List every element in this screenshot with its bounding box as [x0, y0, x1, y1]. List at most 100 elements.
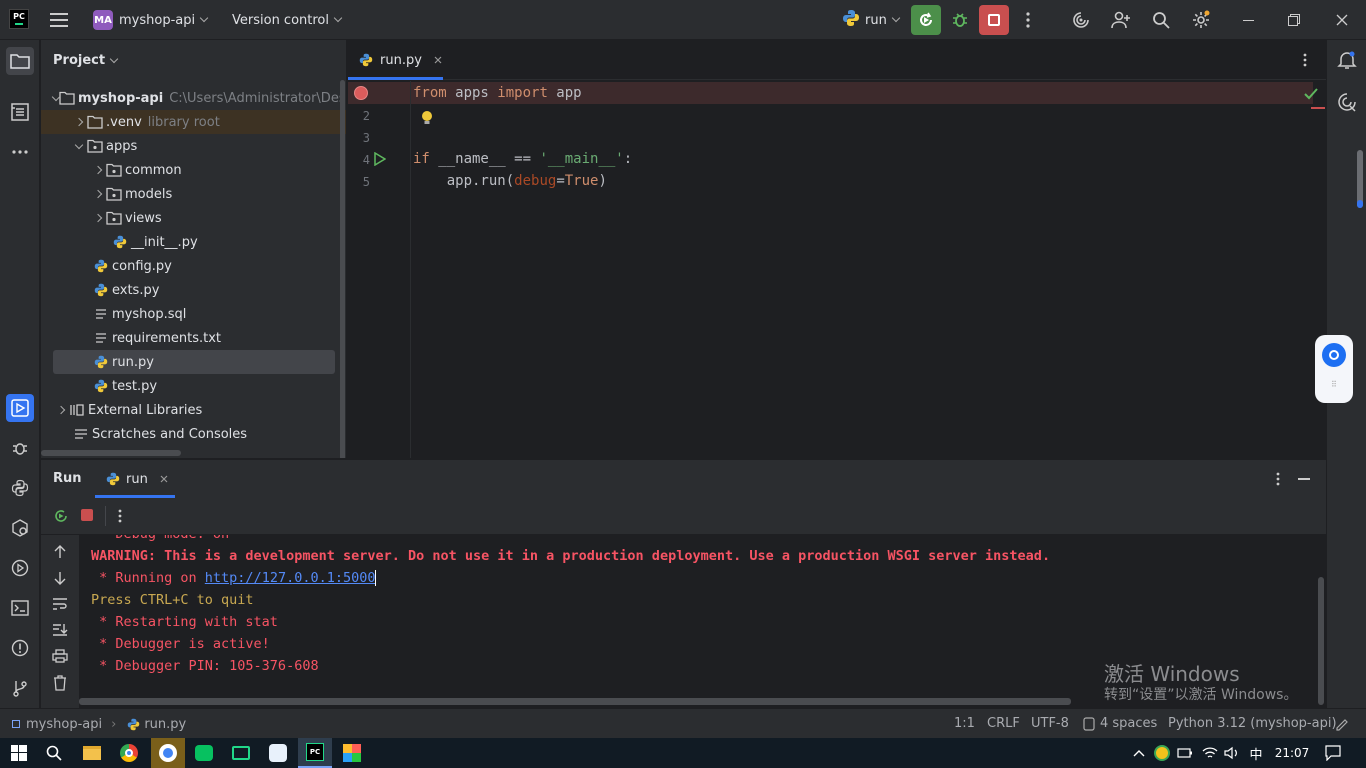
terminal-app-icon[interactable] [228, 741, 254, 765]
tree-item-apps[interactable]: apps [41, 134, 346, 158]
battery-icon[interactable] [1172, 741, 1198, 765]
run-config-selector[interactable]: run [842, 10, 901, 30]
console-vscrollbar[interactable] [1318, 577, 1324, 705]
drag-handle-icon[interactable]: ⠿ [1331, 380, 1337, 389]
rerun-icon[interactable] [53, 508, 69, 528]
taskbar-clock[interactable]: 21:07 [1272, 741, 1312, 765]
settings-gear-icon[interactable] [1190, 10, 1212, 30]
tree-item-root[interactable]: myshop-api C:\Users\Administrator\Deskto [41, 86, 346, 110]
file-explorer-icon[interactable] [79, 741, 105, 765]
debug-button[interactable] [948, 9, 972, 31]
search-icon[interactable] [1150, 10, 1172, 30]
file-encoding[interactable]: UTF-8 [1031, 716, 1069, 731]
project-badge[interactable]: MA [93, 10, 113, 30]
terminal-icon[interactable] [6, 594, 34, 622]
floating-assistant-widget[interactable]: ⠿ [1315, 335, 1353, 403]
rerun-button[interactable] [911, 5, 941, 35]
expand-arrow-icon[interactable] [53, 402, 69, 418]
breadcrumb-file[interactable]: run.py [144, 717, 186, 732]
line-separator[interactable]: CRLF [987, 716, 1020, 731]
close-tab-icon[interactable] [434, 56, 442, 64]
server-url-link[interactable]: http://127.0.0.1:5000 [205, 570, 376, 586]
run-services-icon[interactable] [6, 554, 34, 582]
run-tool-icon[interactable] [6, 394, 34, 422]
arrow-down-icon[interactable] [53, 571, 67, 589]
chrome-icon[interactable] [116, 741, 142, 765]
maximize-button[interactable] [1284, 10, 1304, 30]
more-icon[interactable] [118, 509, 122, 527]
breakpoint-icon[interactable] [354, 86, 368, 100]
pycharm-taskbar-icon[interactable]: PC [298, 738, 332, 768]
tree-item-init-py[interactable]: __init__.py [41, 230, 346, 254]
expand-arrow-icon[interactable] [71, 138, 87, 154]
lightbulb-icon[interactable] [420, 110, 434, 130]
pycharm-logo-icon[interactable]: PC [9, 9, 29, 29]
windows-start-icon[interactable] [6, 741, 32, 765]
tree-item-requirements-txt[interactable]: requirements.txt [41, 326, 346, 350]
hide-panel-icon[interactable] [1298, 478, 1310, 480]
vcs-menu[interactable]: Version control [232, 11, 343, 29]
tree-item-common[interactable]: common [41, 158, 346, 182]
expand-arrow-icon[interactable] [90, 162, 106, 178]
tree-item-test-py[interactable]: test.py [41, 374, 346, 398]
tree-item-venv[interactable]: .venv library root [41, 110, 346, 134]
run-gutter-icon[interactable] [374, 151, 387, 170]
notifications-bell-icon[interactable] [1337, 50, 1357, 74]
main-menu-icon[interactable] [49, 10, 69, 30]
chrome-active-icon[interactable] [151, 738, 185, 768]
expand-arrow-icon[interactable] [90, 186, 106, 202]
problems-icon[interactable] [6, 634, 34, 662]
close-tab-icon[interactable] [160, 475, 168, 483]
tree-item-models[interactable]: models [41, 182, 346, 206]
inspection-ok-icon[interactable] [1304, 88, 1318, 104]
code-line-4[interactable]: if __name__ == '__main__': [413, 148, 632, 170]
close-window-button[interactable] [1332, 10, 1352, 30]
error-stripe-mark[interactable] [1311, 107, 1325, 109]
indent-setting[interactable]: 4 spaces [1083, 716, 1157, 731]
game-app-icon[interactable] [265, 741, 291, 765]
tree-item-run-py[interactable]: run.py [53, 350, 335, 374]
editor-tab-run-py[interactable]: run.py [358, 40, 442, 80]
tree-item-external-libraries[interactable]: External Libraries [41, 398, 346, 422]
wechat-icon[interactable] [191, 741, 217, 765]
python-interpreter[interactable]: Python 3.12 (myshop-api) [1168, 716, 1337, 731]
ai-chat-icon[interactable] [1337, 92, 1357, 116]
tree-item-scratches[interactable]: Scratches and Consoles [41, 422, 346, 446]
scroll-to-end-icon[interactable] [52, 623, 68, 641]
volume-icon[interactable] [1219, 741, 1245, 765]
tree-item-config-py[interactable]: config.py [41, 254, 346, 278]
code-line-5[interactable]: app.run(debug=True) [413, 170, 607, 192]
clear-trash-icon[interactable] [53, 675, 67, 695]
debug-tool-icon[interactable] [6, 434, 34, 462]
print-icon[interactable] [52, 649, 68, 667]
services-icon[interactable] [6, 514, 34, 542]
code-line-1[interactable]: from apps import app [413, 82, 582, 104]
editor-options-icon[interactable] [1303, 53, 1307, 71]
more-tools-icon[interactable] [6, 138, 34, 166]
console-hscrollbar[interactable] [79, 698, 1071, 705]
tree-item-exts-py[interactable]: exts.py [41, 278, 346, 302]
run-tab[interactable]: run [95, 460, 175, 498]
project-scrollbar[interactable] [340, 80, 345, 458]
project-switcher[interactable]: myshop-api [119, 11, 209, 29]
tree-item-views[interactable]: views [41, 206, 346, 230]
arrow-up-icon[interactable] [53, 545, 67, 563]
project-panel-header[interactable]: Project [53, 53, 119, 68]
structure-icon[interactable] [6, 98, 34, 126]
stop-button[interactable] [979, 5, 1009, 35]
expand-arrow-icon[interactable] [71, 114, 87, 130]
minimize-button[interactable] [1238, 10, 1258, 30]
notification-center-icon[interactable] [1320, 741, 1346, 765]
project-hscrollbar[interactable] [41, 450, 181, 456]
add-user-icon[interactable] [1110, 10, 1132, 30]
input-method-indicator[interactable]: 中 [1243, 741, 1269, 765]
soft-wrap-icon[interactable] [52, 597, 68, 615]
expand-arrow-icon[interactable] [90, 210, 106, 226]
more-actions-icon[interactable] [1018, 10, 1038, 30]
git-branch-icon[interactable] [6, 674, 34, 702]
run-options-icon[interactable] [1276, 472, 1280, 490]
stop-icon[interactable] [81, 509, 93, 521]
python-packages-icon[interactable] [6, 474, 34, 502]
file-lock-icon[interactable] [1334, 717, 1348, 735]
caret-position[interactable]: 1:1 [954, 716, 975, 731]
